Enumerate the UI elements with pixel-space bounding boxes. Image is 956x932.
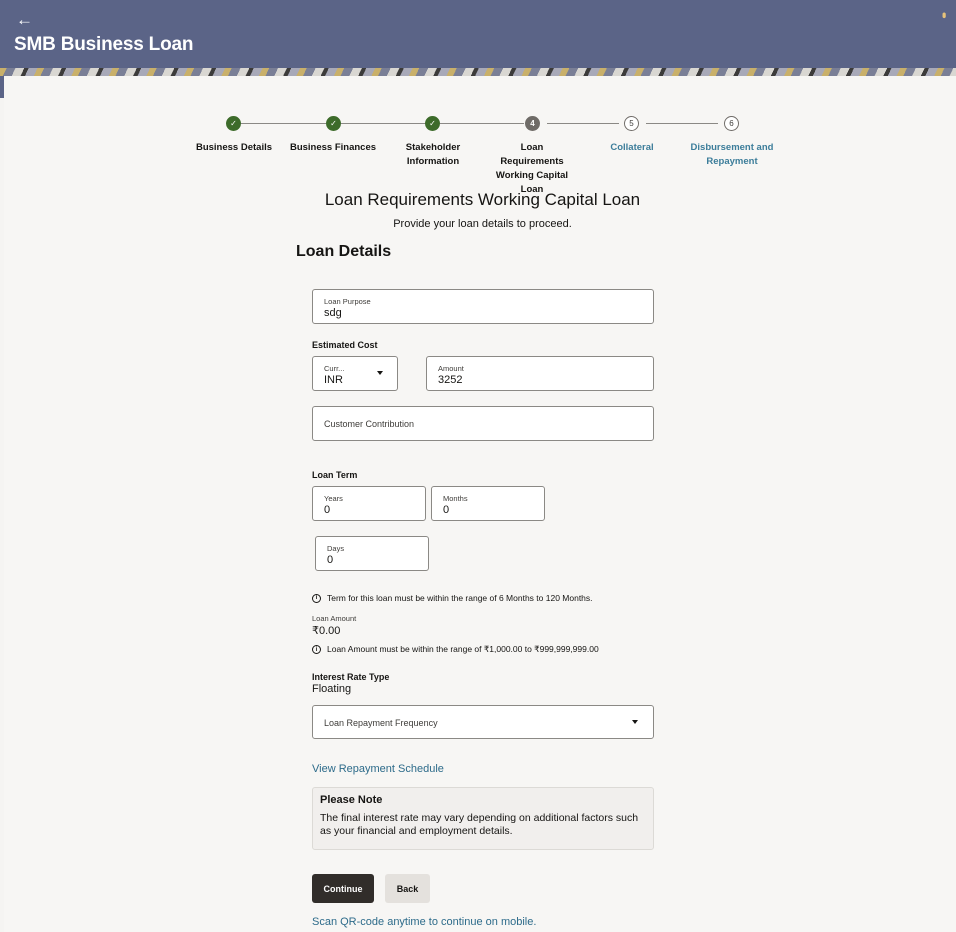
- info-icon: i: [312, 645, 321, 654]
- loan-amount-label: Loan Amount: [312, 614, 357, 623]
- estimated-cost-label: Estimated Cost: [312, 340, 378, 350]
- months-label: Months: [443, 494, 468, 503]
- step-4-marker: 4: [525, 116, 540, 131]
- days-value: 0: [327, 554, 334, 566]
- section-title: Loan Details: [296, 243, 392, 260]
- step-label-business-finances: Business Finances: [289, 142, 377, 153]
- step-connector: [440, 123, 524, 124]
- years-label: Years: [324, 494, 343, 503]
- customer-contribution-placeholder: Customer Contribution: [324, 419, 415, 429]
- loan-term-label: Loan Term: [312, 470, 358, 480]
- page-subtitle: Provide your loan details to proceed.: [393, 218, 572, 230]
- step-label-loan-requirements: Loan Requirements Working Capital Loan: [495, 142, 569, 195]
- step-connector: [240, 123, 326, 124]
- days-label: Days: [327, 544, 345, 553]
- scan-qr-link[interactable]: Scan QR-code anytime to continue on mobi…: [312, 916, 536, 928]
- step-connector: [646, 123, 718, 124]
- years-value: 0: [324, 504, 331, 516]
- loan-purpose-value: sdg: [324, 307, 342, 319]
- step-connector: [340, 123, 426, 124]
- step-2-check-icon: ✓: [326, 116, 341, 131]
- step-label-business-details: Business Details: [195, 142, 273, 153]
- note-title: Please Note: [320, 794, 383, 806]
- page-title: Loan Requirements Working Capital Loan: [324, 190, 641, 209]
- step-5-marker: 5: [624, 116, 639, 131]
- interest-rate-type-value: Floating: [312, 683, 352, 695]
- main-content: ✓ ✓ ✓ 4 5 6 Business Details Business Fi…: [4, 76, 956, 932]
- app-header: ← SMB Business Loan •••: [0, 0, 956, 68]
- chevron-down-icon: [632, 720, 638, 724]
- please-note-box: Please Note The final interest rate may …: [312, 787, 654, 850]
- months-field[interactable]: Months 0: [431, 486, 545, 521]
- decorative-banner: [0, 68, 956, 76]
- amount-label: Amount: [438, 364, 464, 373]
- loan-amount-info: i Loan Amount must be within the range o…: [312, 644, 599, 655]
- amount-field[interactable]: Amount 3252: [426, 356, 654, 391]
- continue-button[interactable]: Continue: [312, 874, 374, 903]
- loan-amount-value: ₹0.00: [312, 625, 341, 637]
- term-info: i Term for this loan must be within the …: [312, 593, 593, 603]
- currency-label: Curr...: [324, 364, 345, 373]
- back-button[interactable]: Back: [385, 874, 430, 903]
- amount-value: 3252: [438, 374, 463, 386]
- term-info-text: Term for this loan must be within the ra…: [327, 593, 593, 603]
- step-6-marker: 6: [724, 116, 739, 131]
- step-3-check-icon: ✓: [425, 116, 440, 131]
- years-field[interactable]: Years 0: [312, 486, 426, 521]
- loan-amount-info-text: Loan Amount must be within the range of …: [327, 644, 599, 654]
- customer-contribution-field[interactable]: Customer Contribution: [312, 406, 654, 441]
- step-1-check-icon: ✓: [226, 116, 241, 131]
- step-label-collateral[interactable]: Collateral: [582, 141, 682, 155]
- progress-stepper: ✓ ✓ ✓ 4 5 6 Business Details Business Fi…: [4, 76, 956, 195]
- arrow-left-icon[interactable]: ←: [16, 10, 33, 30]
- interest-rate-type-label: Interest Rate Type: [312, 672, 390, 682]
- days-field[interactable]: Days 0: [315, 536, 429, 571]
- view-repayment-schedule-link[interactable]: View Repayment Schedule: [312, 763, 444, 775]
- step-connector: [547, 123, 619, 124]
- info-icon: i: [312, 593, 321, 603]
- loan-repayment-frequency-select[interactable]: Loan Repayment Frequency: [312, 705, 654, 739]
- step-label-disbursement-repayment[interactable]: Disbursement and Repayment: [682, 141, 782, 169]
- months-value: 0: [443, 504, 450, 516]
- repayment-frequency-placeholder: Loan Repayment Frequency: [324, 718, 438, 728]
- kebab-menu-icon[interactable]: •••: [937, 12, 951, 16]
- note-body: The final interest rate may vary dependi…: [320, 812, 639, 837]
- currency-value: INR: [324, 374, 343, 386]
- step-label-stakeholder-information: Stakeholder Information: [405, 142, 461, 167]
- app-title: SMB Business Loan: [14, 34, 194, 55]
- loan-purpose-field[interactable]: Loan Purpose sdg: [312, 289, 654, 324]
- chevron-down-icon: [377, 371, 383, 375]
- currency-select[interactable]: Curr... INR: [312, 356, 398, 391]
- loan-purpose-label: Loan Purpose: [324, 297, 371, 306]
